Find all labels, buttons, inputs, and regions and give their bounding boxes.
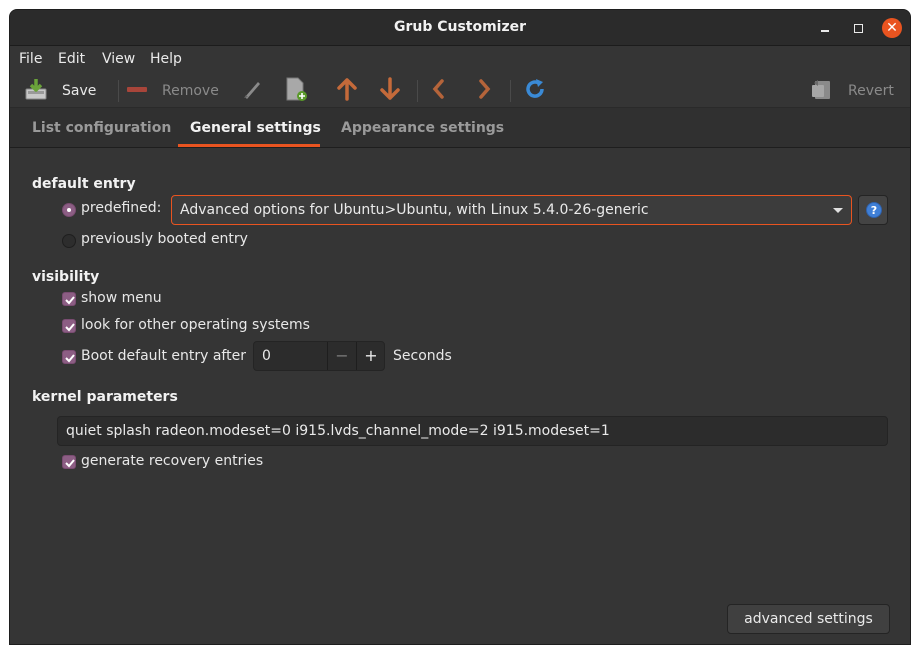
previously-booted-label: previously booted entry xyxy=(81,231,248,247)
look-for-os-checkbox[interactable] xyxy=(62,319,76,333)
toolbar-separator xyxy=(118,80,119,102)
window-title: Grub Customizer xyxy=(393,19,527,35)
default-entry-select[interactable]: Advanced options for Ubuntu>Ubuntu, with… xyxy=(171,195,852,225)
kernel-parameters-value: quiet splash radeon.modeset=0 i915.lvds_… xyxy=(66,423,610,439)
decrement-button[interactable]: − xyxy=(327,342,356,370)
move-down-button[interactable] xyxy=(379,77,401,105)
reload-icon xyxy=(523,77,547,105)
maximize-icon xyxy=(854,24,863,33)
menubar: File Edit View Help xyxy=(10,46,910,74)
predefined-label: predefined: xyxy=(81,200,162,216)
tab-general-settings[interactable]: General settings xyxy=(190,120,321,136)
chevron-down-icon xyxy=(833,208,843,213)
minimize-button[interactable] xyxy=(816,19,834,37)
revert-button[interactable]: Revert xyxy=(810,78,894,104)
move-left-icon xyxy=(431,77,447,105)
revert-label: Revert xyxy=(848,83,894,99)
recovery-entries-checkbox[interactable] xyxy=(62,455,76,469)
close-icon: ✕ xyxy=(886,20,898,36)
toolbar-separator xyxy=(417,80,418,102)
edit-button[interactable] xyxy=(240,78,264,104)
visibility-heading: visibility xyxy=(32,269,100,285)
save-button[interactable]: Save xyxy=(24,78,96,104)
remove-label: Remove xyxy=(162,83,219,99)
previously-booted-radio[interactable] xyxy=(62,234,76,248)
timeout-value: 0 xyxy=(262,348,271,364)
reload-button[interactable] xyxy=(523,78,547,104)
checkmark-icon xyxy=(65,323,75,332)
edit-icon xyxy=(240,77,264,105)
remove-icon xyxy=(126,77,148,105)
toolbar: Save Remove Revert xyxy=(10,74,910,108)
minimize-icon xyxy=(821,30,829,32)
checkmark-icon xyxy=(65,296,75,305)
kernel-parameters-input[interactable]: quiet splash radeon.modeset=0 i915.lvds_… xyxy=(57,416,888,446)
move-down-icon xyxy=(379,77,401,105)
kernel-parameters-heading: kernel parameters xyxy=(32,389,178,405)
default-entry-heading: default entry xyxy=(32,176,136,192)
menu-edit[interactable]: Edit xyxy=(58,51,85,67)
show-menu-label: show menu xyxy=(81,290,162,306)
titlebar: Grub Customizer ✕ xyxy=(10,10,910,46)
remove-button[interactable]: Remove xyxy=(126,78,219,104)
tab-list-configuration[interactable]: List configuration xyxy=(32,120,171,136)
tab-bar: List configuration General settings Appe… xyxy=(10,108,910,148)
default-entry-value: Advanced options for Ubuntu>Ubuntu, with… xyxy=(180,202,649,218)
recovery-entries-label: generate recovery entries xyxy=(81,453,264,469)
seconds-label: Seconds xyxy=(393,348,452,364)
help-icon: ? xyxy=(866,202,882,218)
increment-button[interactable]: + xyxy=(356,342,385,370)
maximize-button[interactable] xyxy=(850,19,868,37)
checkmark-icon xyxy=(65,459,75,468)
close-button[interactable]: ✕ xyxy=(882,18,902,38)
new-entry-button[interactable] xyxy=(284,76,308,106)
timeout-spinner[interactable]: 0 − + xyxy=(253,341,385,371)
move-right-icon xyxy=(476,77,492,105)
boot-default-checkbox[interactable] xyxy=(62,350,76,364)
move-up-button[interactable] xyxy=(336,78,358,104)
active-tab-indicator xyxy=(178,144,320,147)
main-window: Grub Customizer ✕ File Edit View Help Sa… xyxy=(9,9,911,645)
boot-default-label: Boot default entry after xyxy=(81,348,246,364)
general-settings-panel: default entry predefined: Advanced optio… xyxy=(10,149,910,644)
menu-help[interactable]: Help xyxy=(150,51,182,67)
help-button[interactable]: ? xyxy=(858,195,888,225)
move-right-button[interactable] xyxy=(476,78,492,104)
save-label: Save xyxy=(62,83,97,99)
checkmark-icon xyxy=(65,354,75,363)
show-menu-checkbox[interactable] xyxy=(62,292,76,306)
advanced-settings-button[interactable]: advanced settings xyxy=(727,604,890,634)
tab-appearance-settings[interactable]: Appearance settings xyxy=(341,120,504,136)
look-for-os-label: look for other operating systems xyxy=(81,317,310,333)
menu-file[interactable]: File xyxy=(19,51,42,67)
new-entry-icon xyxy=(284,76,308,106)
move-up-icon xyxy=(336,77,358,105)
revert-icon xyxy=(810,77,834,105)
save-icon xyxy=(24,77,48,105)
toolbar-separator xyxy=(510,80,511,102)
move-left-button[interactable] xyxy=(431,78,447,104)
predefined-radio[interactable] xyxy=(62,203,76,217)
menu-view[interactable]: View xyxy=(102,51,135,67)
